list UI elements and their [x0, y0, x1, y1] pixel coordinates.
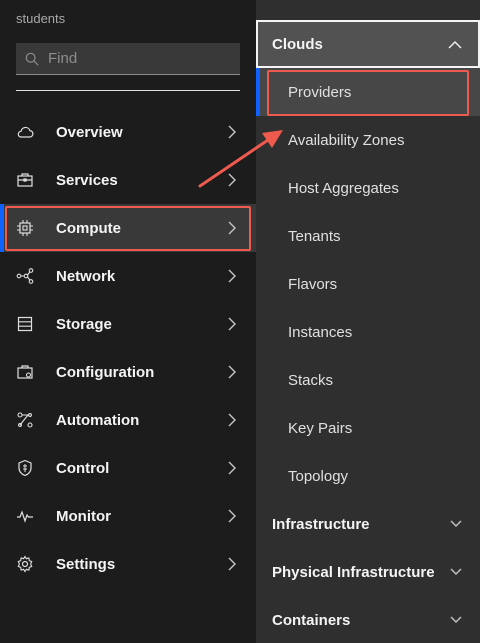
- configuration-icon: [17, 365, 33, 379]
- submenu-item-label: Topology: [288, 467, 349, 485]
- submenu-item-flavors[interactable]: Flavors: [256, 260, 480, 308]
- submenu-item-key-pairs[interactable]: Key Pairs: [256, 404, 480, 452]
- divider: [16, 90, 240, 91]
- group-physical-infrastructure[interactable]: Physical Infrastructure: [256, 548, 480, 596]
- submenu-item-label: Availability Zones: [288, 131, 405, 149]
- search-icon: [25, 52, 39, 66]
- nav-label: Services: [56, 171, 118, 189]
- submenu-item-stacks[interactable]: Stacks: [256, 356, 480, 404]
- nav-item-overview[interactable]: Overview: [0, 108, 256, 156]
- gear-icon: [17, 555, 33, 573]
- submenu-item-label: Stacks: [288, 371, 334, 389]
- nav-item-configuration[interactable]: Configuration: [0, 348, 256, 396]
- group-label: Physical Infrastructure: [272, 563, 435, 581]
- toolbox-icon: [17, 173, 33, 187]
- submenu-item-tenants[interactable]: Tenants: [256, 212, 480, 260]
- clouds-label: Clouds: [272, 35, 323, 53]
- nav-item-storage[interactable]: Storage: [0, 300, 256, 348]
- shield-icon: [18, 459, 32, 477]
- submenu-item-label: Host Aggregates: [288, 179, 399, 197]
- chevron-down-icon: [450, 616, 462, 623]
- group-containers[interactable]: Containers: [256, 596, 480, 643]
- group-infrastructure[interactable]: Infrastructure: [256, 500, 480, 548]
- compute-submenu: Clouds Providers Availability Zones Host…: [256, 0, 480, 643]
- group-label: Containers: [272, 611, 351, 629]
- submenu-item-label: Tenants: [288, 227, 341, 245]
- chevron-right-icon: [228, 509, 236, 523]
- chevron-down-icon: [450, 520, 462, 527]
- nav-label: Storage: [56, 315, 112, 333]
- org-name: students: [16, 11, 66, 26]
- chevron-right-icon: [228, 557, 236, 571]
- submenu-item-providers[interactable]: Providers: [256, 68, 480, 116]
- nav-item-monitor[interactable]: Monitor: [0, 492, 256, 540]
- nav-item-automation[interactable]: Automation: [0, 396, 256, 444]
- nav-label: Automation: [56, 411, 140, 429]
- nav-label: Settings: [56, 555, 116, 573]
- network-icon: [16, 268, 34, 284]
- pulse-icon: [17, 510, 33, 523]
- nav-item-services[interactable]: Services: [0, 156, 256, 204]
- storage-icon: [17, 316, 33, 332]
- submenu-item-host-aggregates[interactable]: Host Aggregates: [256, 164, 480, 212]
- chevron-right-icon: [228, 461, 236, 475]
- submenu-item-instances[interactable]: Instances: [256, 308, 480, 356]
- submenu-item-label: Flavors: [288, 275, 338, 293]
- chip-icon: [17, 220, 33, 236]
- chevron-right-icon: [228, 125, 236, 139]
- submenu-item-label: Providers: [288, 83, 352, 101]
- nav-label: Overview: [56, 123, 123, 141]
- chevron-right-icon: [228, 269, 236, 283]
- nav-label: Network: [56, 267, 116, 285]
- nav-item-network[interactable]: Network: [0, 252, 256, 300]
- nav-label: Compute: [56, 219, 121, 237]
- chevron-right-icon: [228, 173, 236, 187]
- submenu-item-topology[interactable]: Topology: [256, 452, 480, 500]
- nav-item-compute[interactable]: Compute: [0, 204, 256, 252]
- submenu-item-label: Key Pairs: [288, 419, 353, 437]
- chevron-right-icon: [228, 413, 236, 427]
- chevron-right-icon: [228, 317, 236, 331]
- chevron-down-icon: [450, 568, 462, 575]
- group-label: Infrastructure: [272, 515, 370, 533]
- nav-label: Monitor: [56, 507, 111, 525]
- nav-item-control[interactable]: Control: [0, 444, 256, 492]
- nav-label: Configuration: [56, 363, 155, 381]
- chevron-right-icon: [228, 221, 236, 235]
- chevron-up-icon: [448, 41, 462, 49]
- submenu-item-availability-zones[interactable]: Availability Zones: [256, 116, 480, 164]
- automation-icon: [17, 412, 33, 428]
- clouds-section-header[interactable]: Clouds: [256, 20, 480, 68]
- search-box[interactable]: [16, 43, 240, 75]
- nav-label: Control: [56, 459, 110, 477]
- cloud-icon: [17, 126, 34, 138]
- submenu-item-label: Instances: [288, 323, 353, 341]
- search-input[interactable]: [48, 50, 218, 67]
- nav-item-settings[interactable]: Settings: [0, 540, 256, 588]
- chevron-right-icon: [228, 365, 236, 379]
- main-navigation: students Overview Services Compute Netwo…: [0, 0, 256, 643]
